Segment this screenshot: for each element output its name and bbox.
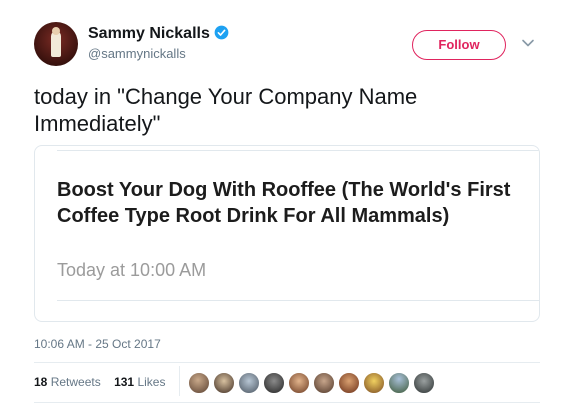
liker-avatar[interactable] bbox=[288, 372, 310, 394]
liker-avatar[interactable] bbox=[263, 372, 285, 394]
liker-avatar[interactable] bbox=[313, 372, 335, 394]
liker-avatar[interactable] bbox=[363, 372, 385, 394]
retweets-label: Retweets bbox=[50, 375, 101, 389]
avatar[interactable] bbox=[34, 22, 78, 66]
likes-stat[interactable]: 131 Likes bbox=[114, 374, 165, 390]
card-subtitle: Today at 10:00 AM bbox=[57, 260, 207, 280]
retweets-count: 18 bbox=[34, 375, 48, 389]
stats-separator bbox=[179, 366, 180, 396]
chevron-down-icon[interactable] bbox=[521, 36, 535, 50]
retweets-stat[interactable]: 18 Retweets bbox=[34, 374, 101, 390]
tweet-header: Sammy Nickalls @sammynickalls Follow bbox=[34, 22, 554, 70]
divider bbox=[34, 402, 540, 403]
link-card[interactable]: Boost Your Dog With Rooffee (The World's… bbox=[34, 145, 540, 322]
avatar-head bbox=[52, 27, 60, 35]
display-name[interactable]: Sammy Nickalls bbox=[88, 24, 210, 44]
verified-badge-icon bbox=[214, 25, 229, 40]
tweet-timestamp[interactable]: 10:06 AM - 25 Oct 2017 bbox=[34, 336, 161, 352]
likes-count: 131 bbox=[114, 375, 135, 389]
follow-button[interactable]: Follow bbox=[412, 30, 506, 60]
divider bbox=[34, 362, 540, 363]
liker-avatar[interactable] bbox=[238, 372, 260, 394]
tweet-text: today in "Change Your Company Name Immed… bbox=[34, 84, 418, 136]
card-divider-top bbox=[57, 150, 539, 151]
liker-avatar[interactable] bbox=[413, 372, 435, 394]
card-title[interactable]: Boost Your Dog With Rooffee (The World's… bbox=[57, 177, 527, 229]
author-block[interactable]: Sammy Nickalls @sammynickalls bbox=[88, 24, 229, 63]
liker-avatar[interactable] bbox=[388, 372, 410, 394]
likes-label: Likes bbox=[137, 375, 166, 389]
liker-avatar[interactable] bbox=[188, 372, 210, 394]
card-divider-bottom bbox=[57, 300, 539, 301]
liker-avatar[interactable] bbox=[213, 372, 235, 394]
tweet-stats: 18 Retweets 131 Likes bbox=[34, 374, 175, 392]
user-handle[interactable]: @sammynickalls bbox=[88, 45, 229, 63]
liker-avatar[interactable] bbox=[338, 372, 360, 394]
